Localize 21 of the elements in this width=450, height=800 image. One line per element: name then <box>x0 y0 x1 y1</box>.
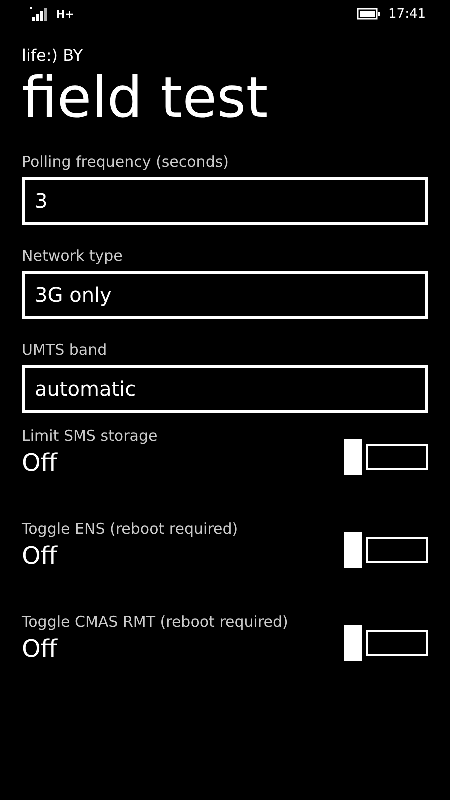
input-field[interactable]: 3G only <box>22 271 428 319</box>
field-label: Polling frequency (seconds) <box>22 153 230 171</box>
toggle-switch[interactable] <box>344 439 428 475</box>
input-field[interactable]: 3 <box>22 177 428 225</box>
network-type: H+ <box>56 8 74 20</box>
app-name: life:) BY <box>22 46 84 65</box>
signal-icon <box>30 7 48 21</box>
field-label: Network type <box>22 247 124 265</box>
field-label: UMTS band <box>22 341 108 359</box>
toggle-state: Off <box>22 449 59 477</box>
toggle-switch[interactable] <box>344 625 428 661</box>
clock: 17:41 <box>388 6 426 22</box>
toggle-state: Off <box>22 635 59 663</box>
input-field[interactable]: automatic <box>22 365 428 413</box>
toggle-label: Limit SMS storage <box>22 426 158 445</box>
toggle-label: Toggle ENS (reboot required) <box>22 519 238 538</box>
page-title: field test <box>22 67 270 131</box>
battery-icon <box>356 8 381 20</box>
toggle-state: Off <box>22 542 59 570</box>
toggle-label: Toggle CMAS RMT (reboot required) <box>22 612 288 631</box>
toggle-switch[interactable] <box>344 532 428 568</box>
